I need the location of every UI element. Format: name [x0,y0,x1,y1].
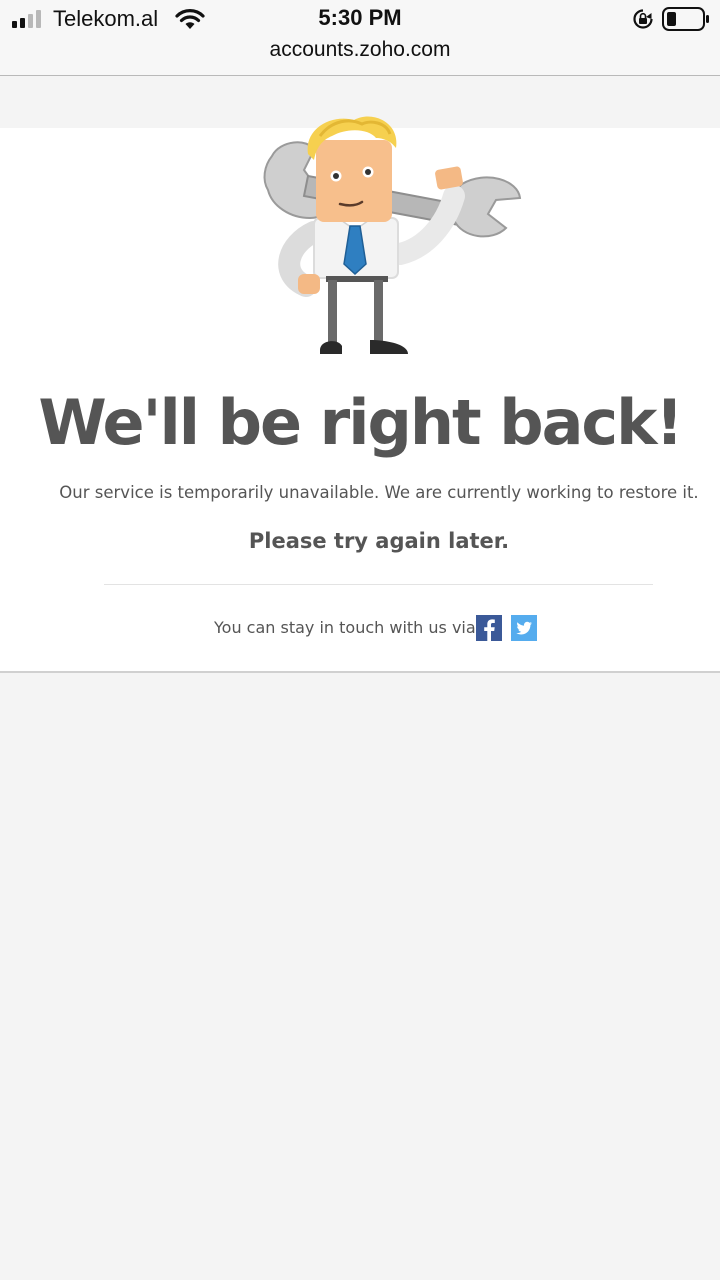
clock: 5:30 PM [318,5,402,30]
facebook-icon [484,619,495,641]
twitter-link[interactable] [511,615,537,641]
facebook-link[interactable] [476,615,502,641]
battery-icon [662,7,709,31]
twitter-icon [516,621,532,635]
maintenance-card: We'll be right back! Our service is temp… [0,116,720,673]
unavailable-message: Our service is temporarily unavailable. … [59,483,699,502]
ios-status-and-url-bar: Telekom.al 5:30 PM accounts.zoho.com [0,0,720,76]
maintenance-mascot-illustration [263,116,522,354]
address-bar-url[interactable]: accounts.zoho.com [0,38,720,62]
divider [104,584,653,585]
page-title: We'll be right back! [38,386,683,459]
retry-message: Please try again later. [248,529,510,553]
rotation-lock-icon [633,9,653,29]
social-caption: You can stay in touch with us via [214,618,476,637]
